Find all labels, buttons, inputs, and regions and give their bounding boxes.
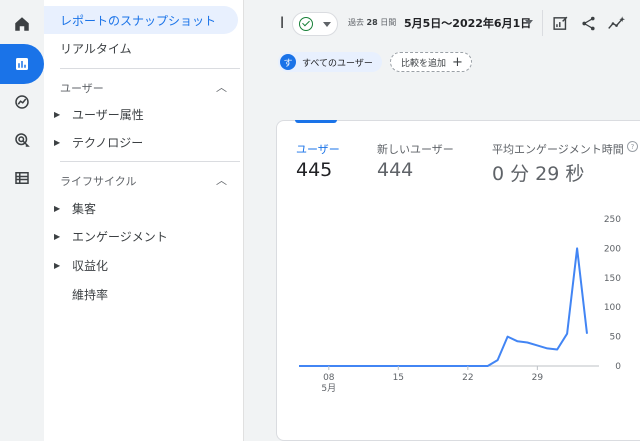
x-tick-label: 22 [462,373,473,383]
insights-icon[interactable] [605,12,627,34]
report-navigation: レポートのスナップショット リアルタイム ユーザー ︿ ▶ ユーザー属性 ▶ テ… [44,0,244,441]
active-metric-indicator [295,120,337,123]
users-line-chart: 0 50 100 150 200 250 085月 15 22 29 [299,215,622,394]
explore-icon[interactable] [6,86,38,118]
expand-arrow-icon: ▶ [54,260,61,270]
nav-monetization[interactable]: ▶ 収益化 [44,251,240,279]
expand-arrow-icon: ▶ [54,231,61,241]
nav-monetization-label: 収益化 [72,258,109,273]
help-icon[interactable]: ? [627,141,638,152]
metric-new-users-label[interactable]: 新しいユーザー [377,141,454,157]
nav-technology-label: テクノロジー [72,135,144,150]
period-suffix: 日間 [380,18,397,27]
y-tick-label: 0 [615,362,621,372]
metric-users-value: 445 [296,159,333,181]
x-tick-month-label: 5月 [321,383,336,394]
reports-icon[interactable] [0,44,44,84]
nav-section-users-title: ユーザー [60,82,104,95]
expand-arrow-icon: ▶ [54,137,61,147]
y-tick-label: 200 [604,244,621,254]
metric-avg-engagement-value: 0 分 29 秒 [492,163,585,185]
period-prefix: 過去 [348,18,364,27]
period-days: 28 [366,18,378,27]
nav-technology[interactable]: ▶ テクノロジー [44,128,240,156]
plus-icon: + [452,54,463,70]
advertising-icon[interactable] [6,124,38,156]
home-icon[interactable] [6,8,38,40]
nav-user-attributes-label: ユーザー属性 [72,107,144,122]
segment-label: すべてのユーザー [302,58,373,69]
report-header: l 過去 28 日間 5月5日～2022年6月1日 [244,0,640,46]
check-circle-icon [299,17,313,31]
y-tick-label: 50 [610,333,622,343]
nav-user-attributes[interactable]: ▶ ユーザー属性 [44,100,240,128]
left-rail [0,0,44,441]
y-tick-label: 150 [604,274,621,284]
metric-avg-engagement-label[interactable]: 平均エンゲージメント時間 [492,141,624,157]
customize-report-icon[interactable] [549,12,571,34]
nav-retention-label: 維持率 [72,287,109,302]
data-quality-chip[interactable] [292,12,338,36]
x-tick-label: 08 [323,373,335,383]
nav-divider [60,68,240,69]
segment-avatar: す [280,54,296,70]
series-line-users [299,247,588,367]
chevron-down-icon [323,22,331,27]
x-tick-label: 29 [532,373,544,383]
date-range-dropdown-icon[interactable] [525,20,533,25]
nav-report-snapshot-label: レポートのスナップショット [60,13,217,28]
configure-icon[interactable] [6,162,38,194]
collapse-users-icon[interactable]: ︿ [216,79,227,95]
metric-new-users-value: 444 [377,159,414,181]
nav-divider [60,161,240,162]
nav-section-lifecycle-title: ライフサイクル [60,175,137,188]
y-tick-label: 250 [604,215,621,225]
nav-engagement[interactable]: ▶ エンゲージメント [44,222,240,250]
collapse-lifecycle-icon[interactable]: ︿ [216,172,227,188]
add-comparison-label: 比較を追加 [401,58,447,69]
x-tick-label: 15 [393,373,404,383]
toolbar-divider [542,10,543,36]
nav-engagement-label: エンゲージメント [72,229,168,244]
overview-card: ユーザー 445 新しいユーザー 444 平均エンゲージメント時間 0 分 29… [276,120,640,441]
share-icon[interactable] [577,12,599,34]
expand-arrow-icon: ▶ [54,203,61,213]
nav-report-snapshot[interactable]: レポートのスナップショット [44,6,238,34]
segment-all-users[interactable]: す すべてのユーザー [278,52,382,72]
y-tick-label: 100 [604,303,621,313]
nav-retention[interactable]: 維持率 [44,280,240,308]
nav-acquisition[interactable]: ▶ 集客 [44,194,240,222]
metric-users-label[interactable]: ユーザー [296,141,340,157]
nav-acquisition-label: 集客 [72,201,97,216]
period-label: 過去 28 日間 [348,17,396,28]
report-title: l [280,14,285,32]
nav-realtime-label: リアルタイム [60,41,132,56]
expand-arrow-icon: ▶ [54,109,61,119]
date-range-picker[interactable]: 5月5日～2022年6月1日 [404,15,531,31]
main-content: l 過去 28 日間 5月5日～2022年6月1日 す すべてのユーザー 比較を… [244,0,640,441]
nav-realtime[interactable]: リアルタイム [44,34,240,62]
add-comparison-button[interactable]: 比較を追加 + [390,52,472,72]
